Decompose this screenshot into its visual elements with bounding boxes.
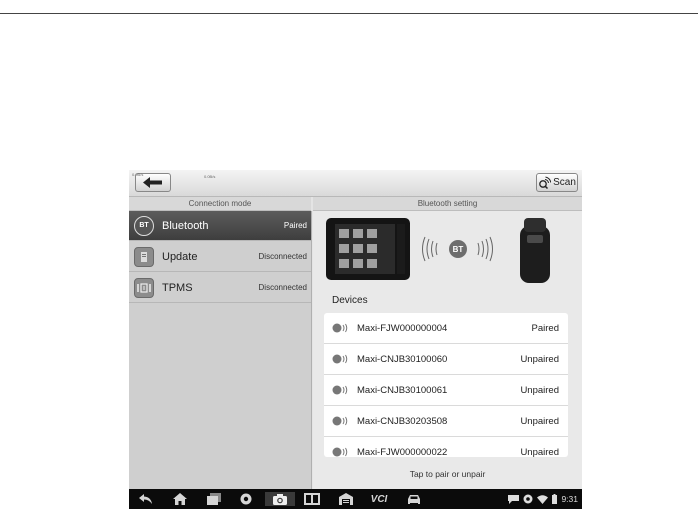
mode-label: Bluetooth [162, 219, 209, 232]
scan-label: Scan [553, 177, 576, 188]
device-row[interactable]: Maxi-CNJB30100060 Unpaired [324, 344, 568, 375]
top-toolbar: 0.9B/s 0.0B/s Scan [129, 170, 582, 197]
car-icon[interactable] [405, 492, 423, 506]
device-row[interactable]: Maxi-FJW000000004 Paired [324, 313, 568, 344]
device-status: Unpaired [520, 446, 559, 458]
device-name: Maxi-CNJB30100061 [357, 384, 448, 396]
device-status: Unpaired [520, 384, 559, 396]
device-status: Unpaired [520, 353, 559, 365]
wifi-icon [537, 494, 549, 504]
settings-notification-icon [523, 494, 533, 504]
device-name: Maxi-CNJB30100060 [357, 353, 448, 365]
battery-icon [552, 494, 558, 504]
vci-dongle-icon [520, 218, 550, 283]
device-name: Maxi-FJW000000022 [357, 446, 448, 458]
mode-label: TPMS [162, 281, 193, 294]
back-arrow-icon [143, 177, 162, 188]
garage-icon[interactable] [337, 492, 355, 506]
system-nav-bar: VCI 9:31 [129, 489, 582, 509]
connection-mode-list: BT Bluetooth Paired Update Disconnected … [129, 211, 312, 489]
upload-speed: 0.9B/s [132, 172, 144, 177]
tablet-device-icon [326, 218, 410, 280]
connection-mode-header: Connection mode [129, 197, 311, 211]
device-name: Maxi-FJW000000004 [357, 322, 448, 334]
scan-icon [539, 176, 552, 189]
bluetooth-icon: BT [134, 215, 154, 236]
screen-mirror-icon[interactable] [303, 492, 321, 506]
bluetooth-pairing-illustration: BT [326, 218, 550, 283]
bt-badge-text: BT [453, 245, 464, 254]
mode-row-tpms[interactable]: TPMS Disconnected [129, 273, 311, 303]
tpms-icon [134, 277, 154, 298]
mode-row-bluetooth[interactable]: BT Bluetooth Paired [129, 211, 311, 241]
devices-title: Devices [332, 295, 368, 306]
status-tray: 9:31 [508, 492, 578, 506]
device-name: Maxi-CNJB30203508 [357, 415, 448, 427]
bluetooth-signal-icon [332, 354, 348, 364]
tablet-screen: 0.9B/s 0.0B/s Scan Connection mode Bluet… [129, 170, 582, 509]
bluetooth-setting-header: Bluetooth setting [313, 197, 582, 211]
update-icon [134, 246, 154, 267]
device-row[interactable]: Maxi-CNJB30100061 Unpaired [324, 375, 568, 406]
home-icon[interactable] [171, 492, 189, 506]
camera-icon[interactable] [265, 492, 295, 506]
recent-apps-icon[interactable] [205, 492, 223, 506]
pair-hint: Tap to pair or unpair [409, 469, 486, 479]
bluetooth-signal-icon [332, 447, 348, 457]
bluetooth-signal-icon [332, 323, 348, 333]
bluetooth-signal-icon [332, 416, 348, 426]
device-status: Unpaired [520, 415, 559, 427]
vci-shortcut[interactable]: VCI [367, 492, 391, 506]
bluetooth-signal-icon [332, 385, 348, 395]
mode-label: Update [162, 250, 198, 263]
bluetooth-setting-panel: BT Devices Maxi-FJW000000004 Paired Maxi… [313, 211, 582, 489]
page-top-rule [0, 13, 698, 14]
back-nav-icon[interactable] [137, 492, 155, 506]
download-speed: 0.0B/s [204, 174, 216, 179]
mode-status: Paired [283, 221, 307, 230]
browser-icon[interactable] [237, 492, 255, 506]
chat-notification-icon [508, 494, 520, 504]
device-status: Paired [531, 322, 559, 334]
device-row[interactable]: Maxi-CNJB30203508 Unpaired [324, 406, 568, 437]
mode-row-update[interactable]: Update Disconnected [129, 242, 311, 272]
device-row[interactable]: Maxi-FJW000000022 Unpaired [324, 437, 568, 457]
scan-button[interactable]: Scan [536, 173, 578, 192]
mode-status: Disconnected [258, 283, 307, 292]
clock: 9:31 [561, 494, 578, 504]
device-list: Maxi-FJW000000004 Paired Maxi-CNJB301000… [324, 313, 568, 457]
mode-status: Disconnected [258, 252, 307, 261]
